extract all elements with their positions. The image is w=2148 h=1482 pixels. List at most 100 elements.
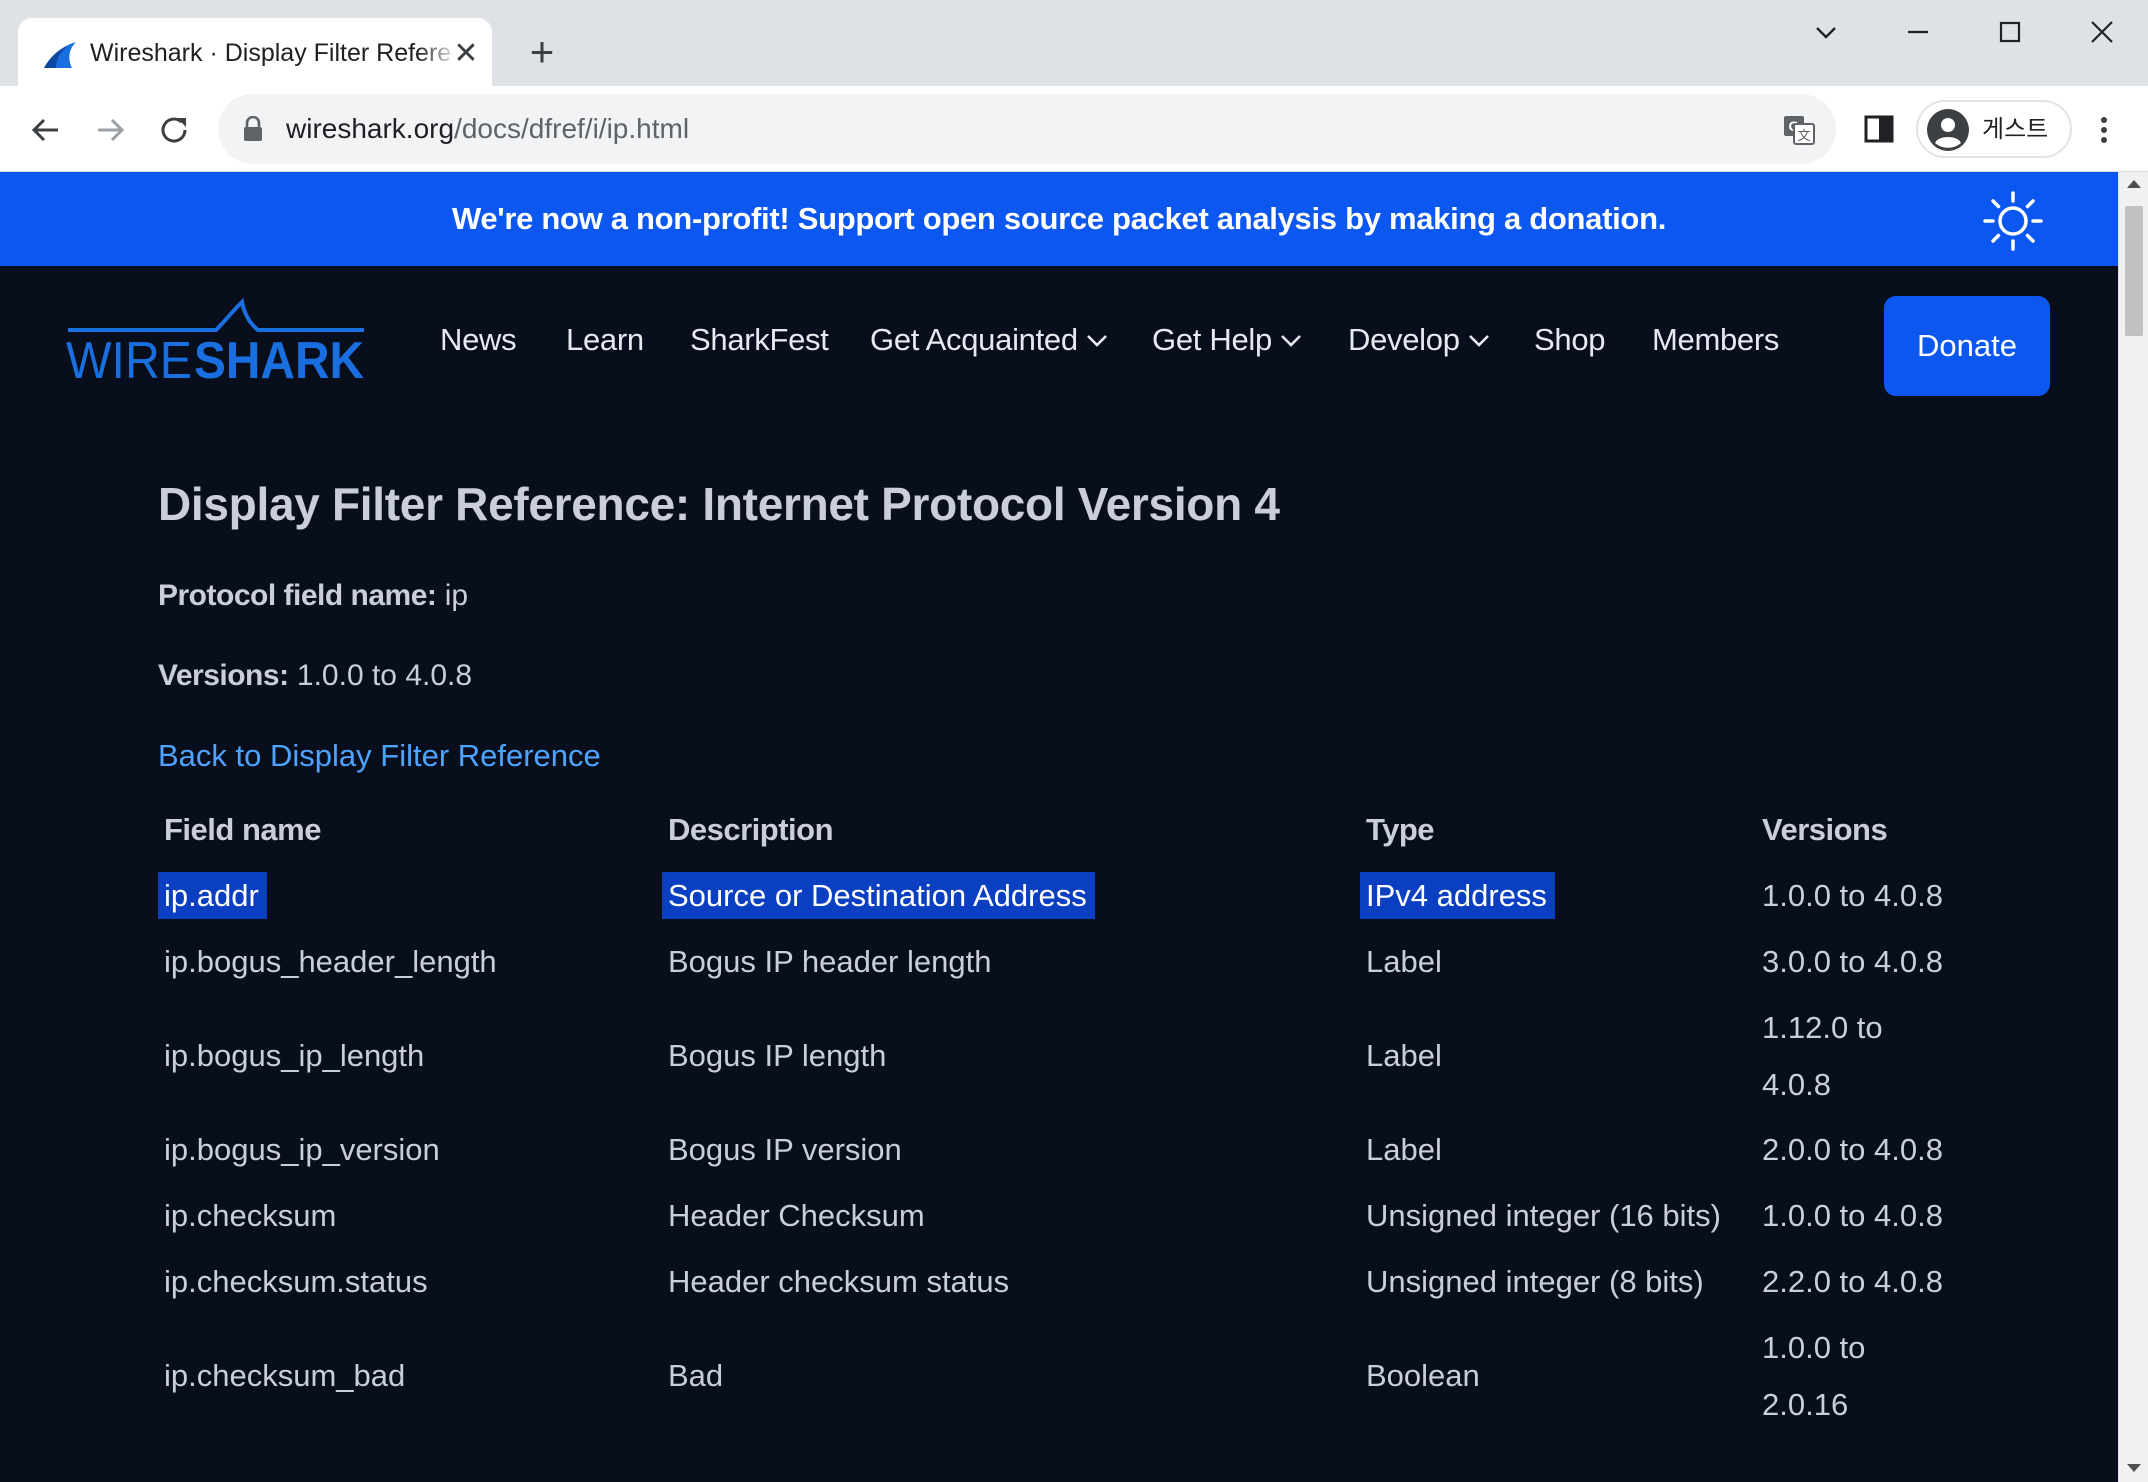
nav-item-label: Develop xyxy=(1348,322,1460,357)
page-title: Display Filter Reference: Internet Proto… xyxy=(158,478,1280,530)
url-path: /docs/dfref/i/ip.html xyxy=(454,113,690,144)
back-to-reference-link[interactable]: Back to Display Filter Reference xyxy=(158,734,601,778)
vertical-scrollbar[interactable] xyxy=(2118,172,2148,1482)
versions-cell: 1.0.0 to 4.0.8 xyxy=(1762,878,1943,913)
profile-button[interactable]: 게스트 xyxy=(1916,100,2072,158)
nav-item-label: Shop xyxy=(1534,322,1606,357)
field-name-cell: ip.checksum_bad xyxy=(164,1358,406,1393)
nav-item-develop[interactable]: Develop xyxy=(1348,318,1490,362)
menu-icon[interactable] xyxy=(2090,110,2118,150)
versions-cell: 2.0.0 to 4.0.8 xyxy=(1762,1132,1943,1167)
type-cell: Label xyxy=(1366,1038,1442,1073)
field-name-cell: ip.bogus_ip_version xyxy=(164,1132,440,1167)
profile-label: 게스트 xyxy=(1982,115,2049,143)
column-header-type: Type xyxy=(1366,812,1435,847)
description-cell: Header Checksum xyxy=(668,1198,925,1233)
field-name-cell[interactable]: ip.addr xyxy=(158,872,267,919)
versions-value: 1.0.0 to 4.0.8 xyxy=(296,659,473,692)
logo-text-wire: WIRE xyxy=(66,332,192,386)
nav-item-news[interactable]: News xyxy=(440,318,517,362)
nav-item-shop[interactable]: Shop xyxy=(1534,318,1606,362)
description-cell: Bogus IP version xyxy=(668,1132,902,1167)
nav-item-get-acquainted[interactable]: Get Acquainted xyxy=(870,318,1108,362)
wireshark-fin-icon xyxy=(44,42,76,68)
banner-text[interactable]: We're now a non-profit! Support open sou… xyxy=(0,172,2118,266)
field-name-cell: ip.bogus_ip_length xyxy=(164,1038,425,1073)
nav-item-label: Get Help xyxy=(1152,322,1272,357)
tab-title: Wireshark · Display Filter Reference: In… xyxy=(90,39,450,67)
versions-cell-line2: 2.0.16 xyxy=(1762,1387,1849,1422)
nav-item-label: Learn xyxy=(566,322,644,357)
back-icon[interactable] xyxy=(22,106,70,154)
reload-icon[interactable] xyxy=(150,106,198,154)
page-viewport: We're now a non-profit! Support open sou… xyxy=(0,172,2118,1482)
description-cell[interactable]: Source or Destination Address xyxy=(662,872,1095,919)
nav-item-get-help[interactable]: Get Help xyxy=(1152,318,1302,362)
chevron-down-icon[interactable] xyxy=(1796,10,1856,54)
versions-label: Versions: xyxy=(158,659,289,692)
donation-banner[interactable]: We're now a non-profit! Support open sou… xyxy=(0,172,2118,266)
protocol-value: ip xyxy=(444,579,469,612)
column-header-description: Description xyxy=(668,812,834,847)
chevron-down-icon xyxy=(1468,335,1489,347)
type-cell: Label xyxy=(1366,944,1442,979)
protocol-versions: Versions: 1.0.0 to 4.0.8 xyxy=(158,654,472,698)
browser-tab[interactable]: Wireshark · Display Filter Reference: In… xyxy=(18,18,492,86)
chevron-down-icon xyxy=(1086,335,1107,347)
nav-item-label: SharkFest xyxy=(690,322,829,357)
type-cell: Boolean xyxy=(1366,1358,1480,1393)
site-navbar: WIRE SHARK News Learn SharkFest Get Acqu… xyxy=(0,266,2118,426)
description-cell: Bad xyxy=(668,1358,724,1393)
profile-icon xyxy=(1927,109,1969,151)
nav-item-learn[interactable]: Learn xyxy=(566,318,644,362)
nav-item-members[interactable]: Members xyxy=(1652,318,1779,362)
tab-close-icon[interactable]: ✕ xyxy=(450,38,482,70)
protocol-label: Protocol field name: xyxy=(158,579,437,612)
description-cell: Bogus IP length xyxy=(668,1038,887,1073)
donate-button[interactable]: Donate xyxy=(1884,296,2050,396)
scroll-down-arrow-icon[interactable] xyxy=(2127,1464,2141,1472)
nav-item-label: Get Acquainted xyxy=(870,322,1078,357)
type-cell: Label xyxy=(1366,1132,1442,1167)
browser-toolbar: wireshark.org/docs/dfref/i/ip.html G 文 게… xyxy=(0,86,2148,172)
nav-item-sharkfest[interactable]: SharkFest xyxy=(690,318,829,362)
maximize-icon[interactable] xyxy=(1980,10,2040,54)
url-text[interactable]: wireshark.org/docs/dfref/i/ip.html xyxy=(286,110,689,148)
close-icon[interactable] xyxy=(2072,10,2132,54)
field-name-cell: ip.checksum xyxy=(164,1198,337,1233)
wireshark-logo[interactable]: WIRE SHARK xyxy=(66,294,366,386)
minimize-icon[interactable] xyxy=(1888,10,1948,54)
versions-cell: 2.2.0 to 4.0.8 xyxy=(1762,1264,1943,1299)
versions-cell-line1: 1.12.0 to xyxy=(1762,1010,1883,1045)
new-tab-button[interactable]: + xyxy=(520,30,564,74)
field-name-cell: ip.bogus_header_length xyxy=(164,944,497,979)
svg-text:文: 文 xyxy=(1797,129,1810,144)
versions-cell: 1.0.0 to 4.0.8 xyxy=(1762,1198,1943,1233)
description-cell: Header checksum status xyxy=(668,1264,1010,1299)
type-cell[interactable]: IPv4 address xyxy=(1360,872,1555,919)
url-host: wireshark.org xyxy=(286,113,455,144)
protocol-field-name: Protocol field name: ip xyxy=(158,574,468,618)
scroll-up-arrow-icon[interactable] xyxy=(2127,180,2141,188)
sun-icon[interactable] xyxy=(1982,190,2044,252)
address-bar[interactable]: wireshark.org/docs/dfref/i/ip.html G 文 xyxy=(218,94,1836,164)
versions-cell-line2: 4.0.8 xyxy=(1762,1067,1831,1102)
versions-cell: 3.0.0 to 4.0.8 xyxy=(1762,944,1943,979)
translate-icon[interactable]: G 文 xyxy=(1782,114,1816,146)
versions-cell-line1: 1.0.0 to xyxy=(1762,1330,1866,1365)
type-cell: Unsigned integer (8 bits) xyxy=(1366,1264,1704,1299)
nav-item-label: Members xyxy=(1652,322,1780,357)
tab-strip: Wireshark · Display Filter Reference: In… xyxy=(0,0,2148,86)
side-panel-icon[interactable] xyxy=(1862,112,1896,146)
forward-icon[interactable] xyxy=(86,106,134,154)
nav-item-label: News xyxy=(440,322,517,357)
chevron-down-icon xyxy=(1281,335,1301,347)
logo-text-shark: SHARK xyxy=(194,332,364,386)
column-header-versions: Versions xyxy=(1762,812,1888,847)
column-header-field-name: Field name xyxy=(164,812,321,847)
lock-icon[interactable] xyxy=(242,116,264,142)
type-cell: Unsigned integer (16 bits) xyxy=(1366,1198,1721,1233)
scrollbar-thumb[interactable] xyxy=(2125,206,2143,336)
field-name-cell: ip.checksum.status xyxy=(164,1264,428,1299)
description-cell: Bogus IP header length xyxy=(668,944,992,979)
